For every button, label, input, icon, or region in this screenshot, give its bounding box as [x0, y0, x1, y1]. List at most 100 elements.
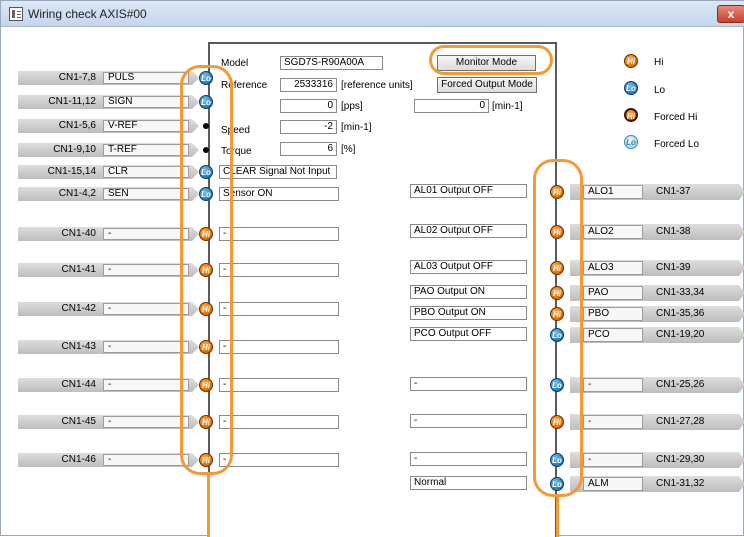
input-signal-name: CLR — [103, 166, 189, 178]
input-highlight-connector — [207, 475, 210, 537]
speed-value: -2 — [280, 120, 337, 134]
input-pin-label: CN1-46 — [61, 454, 96, 465]
input-signal-name: - — [103, 379, 189, 391]
input-signal-arrow: CN1-15,14 CLR — [18, 165, 199, 179]
input-pin-label: CN1-45 — [61, 416, 96, 427]
output-status-text: Normal — [410, 476, 527, 490]
input-pin-label: CN1-9,10 — [53, 144, 96, 155]
forced-hi-icon: Hi — [624, 108, 638, 122]
input-pin-label: CN1-40 — [61, 228, 96, 239]
output-pin-label: CN1-33,34 — [656, 287, 705, 298]
input-signal-name: - — [103, 264, 189, 276]
input-status-text: - — [219, 302, 339, 316]
input-signal-name: - — [103, 228, 189, 240]
output-pin-label: CN1-29,30 — [656, 454, 705, 465]
input-signal-name: SIGN — [103, 96, 189, 108]
input-pin-label: CN1-43 — [61, 341, 96, 352]
output-signal-name: ALO1 — [583, 185, 643, 199]
output-pin-label: CN1-39 — [656, 262, 691, 273]
input-signal-arrow: CN1-11,12 SIGN — [18, 95, 199, 109]
monitor-mode-highlight — [429, 45, 553, 75]
model-label: Model — [221, 58, 249, 69]
legend-label: Lo — [654, 85, 666, 96]
input-signal-name: - — [103, 341, 189, 353]
output-signal-name: - — [583, 378, 643, 392]
output-signal-arrow: - CN1-27,28 — [570, 414, 744, 430]
input-pin-label: CN1-41 — [61, 264, 96, 275]
output-status-text: AL02 Output OFF — [410, 224, 527, 238]
output-signal-arrow: ALO2 CN1-38 — [570, 224, 744, 240]
input-pin-label: CN1-15,14 — [47, 166, 96, 177]
input-signal-name: - — [103, 416, 189, 428]
input-signal-arrow: CN1-43- — [18, 340, 199, 354]
title-bar: Wiring check AXIS#00 x — [1, 1, 744, 27]
input-signal-name: SEN — [103, 188, 189, 200]
input-signal-arrow: CN1-7,8 PULS — [18, 71, 199, 85]
input-pin-label: CN1-7,8 — [58, 72, 96, 83]
input-status-text: - — [219, 415, 339, 429]
input-signal-arrow: CN1-40- — [18, 227, 199, 241]
forced-output-mode-button[interactable]: Forced Output Mode — [437, 77, 537, 93]
output-status-text: AL03 Output OFF — [410, 260, 527, 274]
output-status-text: - — [410, 452, 527, 466]
torque-value: 6 — [280, 142, 337, 156]
output-signal-arrow: PAO CN1-33,34 — [570, 285, 744, 301]
hi-icon: Hi — [624, 54, 638, 68]
input-status-text: - — [219, 453, 339, 467]
output-highlight-connector — [556, 497, 559, 537]
torque-unit: [%] — [341, 144, 356, 155]
pps-unit: [pps] — [341, 101, 363, 112]
speed-unit: [min-1] — [341, 122, 372, 133]
legend-label: Hi — [654, 57, 664, 68]
output-signal-arrow: ALO3 CN1-39 — [570, 260, 744, 276]
output-pin-label: CN1-19,20 — [656, 329, 705, 340]
input-signal-name: - — [103, 454, 189, 466]
input-status-text: - — [219, 378, 339, 392]
input-pin-label: CN1-11,12 — [48, 96, 96, 107]
input-pin-label: CN1-42 — [61, 303, 96, 314]
output-signal-name: ALO3 — [583, 261, 643, 275]
output-pin-label: CN1-25,26 — [656, 379, 705, 390]
pps-value: 0 — [280, 99, 337, 113]
output-signal-name: ALM — [583, 477, 643, 491]
output-status-text: - — [410, 414, 527, 428]
output-led-highlight — [533, 159, 583, 497]
legend-label: Forced Lo — [654, 139, 700, 150]
output-pin-label: CN1-27,28 — [656, 416, 705, 427]
input-pin-label: CN1-5,6 — [58, 120, 96, 131]
forced-lo-icon: Lo — [624, 135, 638, 149]
output-signal-name: PBO — [583, 307, 643, 321]
output-signal-arrow: PBO CN1-35,36 — [570, 306, 744, 322]
motor-speed-value: 0 — [414, 99, 489, 113]
output-signal-arrow: - CN1-25,26 — [570, 377, 744, 393]
output-signal-name: - — [583, 453, 643, 467]
lo-icon: Lo — [624, 81, 638, 95]
motor-speed-unit: [min-1] — [492, 101, 523, 112]
input-signal-arrow: CN1-41- — [18, 263, 199, 277]
output-signal-name: PCO — [583, 328, 643, 342]
input-led-highlight — [180, 65, 233, 475]
input-pin-label: CN1-44 — [61, 379, 96, 390]
input-signal-name: PULS — [103, 72, 189, 84]
reference-value: 2533316 — [280, 78, 337, 92]
close-button[interactable]: x — [717, 5, 744, 23]
input-signal-name: T-REF — [103, 144, 189, 156]
output-signal-name: - — [583, 415, 643, 429]
input-pin-label: CN1-4,2 — [58, 188, 96, 199]
input-signal-arrow: CN1-42- — [18, 302, 199, 316]
input-signal-arrow: CN1-45- — [18, 415, 199, 429]
output-signal-name: PAO — [583, 286, 643, 300]
output-status-text: AL01 Output OFF — [410, 184, 527, 198]
output-status-text: PCO Output OFF — [410, 327, 527, 341]
output-status-text: PBO Output ON — [410, 306, 527, 320]
output-pin-label: CN1-37 — [656, 186, 691, 197]
window-title: Wiring check AXIS#00 — [28, 7, 147, 21]
input-status-text: - — [219, 227, 339, 241]
output-status-text: - — [410, 377, 527, 391]
model-value: SGD7S-R90A00A — [280, 56, 383, 70]
output-signal-name: ALO2 — [583, 225, 643, 239]
output-signal-arrow: PCO CN1-19,20 — [570, 327, 744, 343]
input-signal-arrow: CN1-9,10 T-REF — [18, 143, 199, 157]
output-status-text: PAO Output ON — [410, 285, 527, 299]
app-icon — [9, 7, 23, 21]
